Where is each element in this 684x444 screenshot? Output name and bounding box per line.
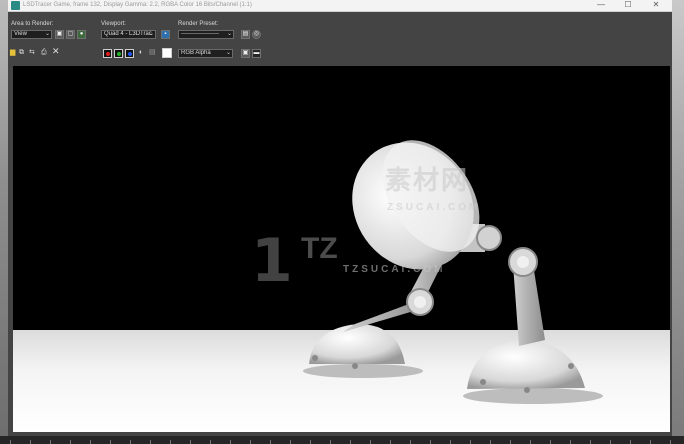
clone-frame-icon[interactable]: ⇆: [29, 48, 35, 57]
render-preset-dropdown[interactable]: ------------------- ⌄: [178, 30, 234, 39]
ruler-tick: [550, 440, 551, 444]
green-channel-toggle[interactable]: [114, 49, 123, 58]
red-channel-toggle[interactable]: [103, 49, 112, 58]
lock-region-icon[interactable]: ●: [77, 30, 86, 39]
close-button[interactable]: ✕: [646, 0, 666, 11]
timeline-ruler: [0, 436, 684, 444]
watermark-logo-text: TZ: [301, 232, 338, 265]
ruler-tick: [430, 440, 431, 444]
ruler-tick: [170, 440, 171, 444]
ruler-tick: [570, 440, 571, 444]
render-preset-label: Render Preset:: [178, 21, 219, 27]
ruler-tick: [90, 440, 91, 444]
alpha-toggle-icon[interactable]: ◐: [139, 48, 143, 57]
ruler-tick: [250, 440, 251, 444]
title-bar[interactable]: LSDTracer Game, frame 132, Display Gamma…: [8, 0, 672, 12]
chevron-down-icon: ⌄: [226, 31, 232, 37]
ruler-tick: [130, 440, 131, 444]
color-swatch[interactable]: [162, 48, 172, 58]
clear-icon[interactable]: ✕: [52, 47, 60, 56]
bolt: [312, 355, 318, 361]
ruler-tick: [630, 440, 631, 444]
desktop-backdrop-right: [672, 0, 684, 444]
render-frame-window: LSDTracer Game, frame 132, Display Gamma…: [8, 0, 672, 436]
monochrome-icon[interactable]: ▤: [149, 48, 156, 57]
shadow-left: [303, 364, 423, 378]
rendered-image: 素材网 ZSUCAI.COM 1 TZ TZSUCAI.COM: [13, 66, 670, 432]
area-to-render-label: Area to Render:: [11, 21, 54, 27]
minimize-button[interactable]: —: [591, 0, 611, 11]
ruler-tick: [610, 440, 611, 444]
ruler-tick: [530, 440, 531, 444]
maximize-button[interactable]: ☐: [618, 0, 638, 11]
ruler-tick: [290, 440, 291, 444]
shadow-right: [463, 388, 603, 404]
ruler-tick: [370, 440, 371, 444]
lock-viewport-icon[interactable]: ▪: [161, 30, 170, 39]
ruler-tick: [30, 440, 31, 444]
ruler-tick: [230, 440, 231, 444]
ruler-tick: [310, 440, 311, 444]
left-foot: [309, 324, 405, 364]
area-to-render-dropdown[interactable]: View ⌄: [11, 30, 52, 39]
ruler-tick: [110, 440, 111, 444]
ruler-tick: [450, 440, 451, 444]
ruler-tick: [330, 440, 331, 444]
render-toolbar: Area to Render: Viewport: Render Preset:…: [8, 12, 672, 62]
render-setup-icon[interactable]: ▤: [241, 30, 250, 39]
viewport-label: Viewport:: [101, 21, 126, 27]
display-channel-value: RGB Alpha: [181, 50, 211, 56]
chevron-down-icon: ⌄: [225, 50, 231, 56]
ruler-tick: [70, 440, 71, 444]
ruler-tick: [510, 440, 511, 444]
area-to-render-value: View: [14, 31, 27, 37]
ruler-tick: [150, 440, 151, 444]
print-image-icon[interactable]: ⎙: [41, 48, 47, 57]
environment-effects-icon[interactable]: ◎: [252, 30, 261, 39]
left-knee-core: [414, 296, 426, 308]
blue-channel-toggle[interactable]: [125, 49, 134, 58]
hip-joint-right: [476, 225, 502, 251]
right-knee-core: [517, 256, 529, 268]
watermark-logo-mark: 1: [251, 226, 293, 296]
edit-region-icon[interactable]: ▣: [55, 30, 64, 39]
copy-image-icon[interactable]: ⧉: [19, 48, 24, 57]
display-channel-dropdown[interactable]: RGB Alpha ⌄: [178, 49, 233, 58]
toggle-ui-overlay-icon[interactable]: ▣: [241, 49, 250, 58]
right-leg: [513, 264, 545, 346]
chevron-down-icon: ⌄: [148, 31, 154, 37]
save-image-icon[interactable]: ▆: [10, 48, 15, 57]
viewport-value: Quad 4 - L3DTrac: [104, 31, 152, 37]
viewport-dropdown[interactable]: Quad 4 - L3DTrac ⌄: [101, 30, 156, 39]
bolt: [524, 387, 530, 393]
render-preset-value: -------------------: [181, 31, 219, 37]
bolt: [568, 363, 574, 369]
app-icon: [11, 1, 20, 10]
ruler-tick: [350, 440, 351, 444]
bolt: [480, 379, 486, 385]
toggle-ui-icon[interactable]: ▬: [252, 49, 261, 58]
ruler-tick: [390, 440, 391, 444]
ruler-tick: [270, 440, 271, 444]
ruler-tick: [410, 440, 411, 444]
bolt: [352, 363, 358, 369]
ruler-tick: [50, 440, 51, 444]
watermark-cn: 素材网: [385, 165, 470, 195]
chevron-down-icon: ⌄: [44, 31, 50, 37]
ruler-tick: [670, 440, 671, 444]
watermark-logo-domain: TZSUCAI.COM: [343, 264, 446, 275]
ruler-tick: [190, 440, 191, 444]
watermark-domain: ZSUCAI.COM: [387, 202, 481, 213]
ruler-tick: [210, 440, 211, 444]
ruler-tick: [490, 440, 491, 444]
auto-region-icon[interactable]: ▢: [66, 30, 75, 39]
window-title: LSDTracer Game, frame 132, Display Gamma…: [23, 2, 252, 8]
ruler-tick: [650, 440, 651, 444]
ruler-tick: [470, 440, 471, 444]
ruler-tick: [10, 440, 11, 444]
ruler-tick: [590, 440, 591, 444]
robot-render: [303, 140, 603, 404]
